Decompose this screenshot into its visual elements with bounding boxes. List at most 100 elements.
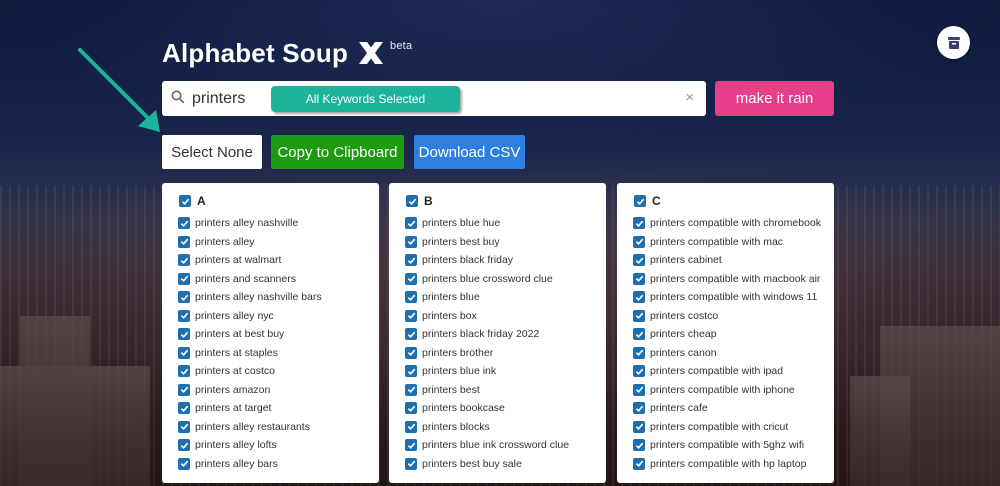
keyword-row[interactable]: printers compatible with windows 11 (628, 288, 824, 307)
keyword-checkbox[interactable] (405, 346, 417, 359)
keyword-checkbox[interactable] (178, 254, 190, 267)
keyword-checkbox[interactable] (405, 365, 417, 378)
keyword-row[interactable]: printers alley restaurants (173, 418, 369, 437)
x-logo-icon (359, 42, 384, 64)
keyword-checkbox[interactable] (178, 365, 190, 378)
keyword-checkbox[interactable] (633, 439, 645, 452)
keyword-checkbox[interactable] (405, 254, 417, 267)
keyword-row[interactable]: printers blue ink (400, 362, 596, 381)
keyword-row[interactable]: printers at target (173, 399, 369, 418)
clear-search-icon[interactable]: × (685, 89, 694, 106)
keyword-checkbox[interactable] (178, 439, 190, 452)
keyword-row[interactable]: printers canon (628, 344, 824, 363)
keyword-checkbox[interactable] (405, 235, 417, 248)
keyword-checkbox[interactable] (178, 420, 190, 433)
keyword-row[interactable]: printers amazon (173, 381, 369, 400)
keyword-row[interactable]: printers compatible with hp laptop (628, 455, 824, 474)
keyword-row[interactable]: printers alley bars (173, 455, 369, 474)
keyword-checkbox[interactable] (633, 309, 645, 322)
keyword-checkbox[interactable] (633, 365, 645, 378)
keyword-row[interactable]: printers compatible with 5ghz wifi (628, 436, 824, 455)
keyword-row[interactable]: printers at walmart (173, 251, 369, 270)
keyword-checkbox[interactable] (178, 235, 190, 248)
keyword-checkbox[interactable] (178, 309, 190, 322)
keyword-checkbox[interactable] (178, 272, 190, 285)
keyword-checkbox[interactable] (633, 272, 645, 285)
keyword-row[interactable]: printers compatible with cricut (628, 418, 824, 437)
keyword-checkbox[interactable] (633, 328, 645, 341)
keyword-row[interactable]: printers costco (628, 307, 824, 326)
keyword-row[interactable]: printers cafe (628, 399, 824, 418)
checkmark-icon (180, 220, 188, 227)
column-checkbox[interactable] (179, 195, 191, 207)
column-checkbox[interactable] (634, 195, 646, 207)
keyword-checkbox[interactable] (178, 457, 190, 470)
keyword-checkbox[interactable] (633, 402, 645, 415)
keyword-row[interactable]: printers compatible with ipad (628, 362, 824, 381)
keyword-row[interactable]: printers compatible with macbook air (628, 270, 824, 289)
keyword-row[interactable]: printers cabinet (628, 251, 824, 270)
keyword-checkbox[interactable] (633, 420, 645, 433)
keyword-checkbox[interactable] (405, 272, 417, 285)
keyword-row[interactable]: printers alley nashville (173, 214, 369, 233)
keywords-selected-badge[interactable]: All Keywords Selected (271, 86, 460, 112)
keyword-row[interactable]: printers best buy sale (400, 455, 596, 474)
keyword-checkbox[interactable] (405, 291, 417, 304)
download-csv-button[interactable]: Download CSV (414, 135, 525, 169)
keyword-row[interactable]: printers alley lofts (173, 436, 369, 455)
checkmark-icon (635, 294, 643, 301)
select-none-button[interactable]: Select None (162, 135, 262, 169)
keyword-checkbox[interactable] (405, 217, 417, 230)
keyword-row[interactable]: printers black friday 2022 (400, 325, 596, 344)
keyword-row[interactable]: printers blue ink crossword clue (400, 436, 596, 455)
keyword-row[interactable]: printers blue hue (400, 214, 596, 233)
keyword-checkbox[interactable] (405, 402, 417, 415)
keyword-checkbox[interactable] (633, 254, 645, 267)
make-it-rain-button[interactable]: make it rain (715, 81, 834, 116)
column-checkbox[interactable] (406, 195, 418, 207)
keyword-checkbox[interactable] (405, 457, 417, 470)
keyword-checkbox[interactable] (178, 291, 190, 304)
keyword-row[interactable]: printers blue (400, 288, 596, 307)
keyword-checkbox[interactable] (405, 420, 417, 433)
keyword-row[interactable]: printers blocks (400, 418, 596, 437)
checkmark-icon (407, 238, 415, 246)
keyword-row[interactable]: printers brother (400, 344, 596, 363)
keyword-checkbox[interactable] (405, 383, 417, 396)
keyword-checkbox[interactable] (178, 402, 190, 415)
keyword-row[interactable]: printers bookcase (400, 399, 596, 418)
keyword-checkbox[interactable] (633, 217, 645, 230)
keyword-row[interactable]: printers cheap (628, 325, 824, 344)
keyword-checkbox[interactable] (633, 346, 645, 359)
keyword-checkbox[interactable] (405, 309, 417, 322)
keyword-row[interactable]: printers black friday (400, 251, 596, 270)
keyword-row[interactable]: printers best (400, 381, 596, 400)
keyword-checkbox[interactable] (178, 328, 190, 341)
keyword-row[interactable]: printers and scanners (173, 270, 369, 289)
keyword-row[interactable]: printers box (400, 307, 596, 326)
keyword-checkbox[interactable] (405, 328, 417, 341)
keyword-row[interactable]: printers at best buy (173, 325, 369, 344)
keyword-label: printers blue crossword clue (422, 272, 553, 285)
keyword-row[interactable]: printers blue crossword clue (400, 270, 596, 289)
keyword-row[interactable]: printers alley (173, 233, 369, 252)
keyword-row[interactable]: printers compatible with iphone (628, 381, 824, 400)
keyword-checkbox[interactable] (633, 457, 645, 470)
keyword-checkbox[interactable] (633, 291, 645, 304)
keyword-row[interactable]: printers best buy (400, 233, 596, 252)
keyword-row[interactable]: printers alley nyc (173, 307, 369, 326)
archive-menu-button[interactable] (937, 26, 970, 59)
keyword-row[interactable]: printers at costco (173, 362, 369, 381)
keyword-checkbox[interactable] (633, 383, 645, 396)
copy-to-clipboard-button[interactable]: Copy to Clipboard (271, 135, 404, 169)
keyword-row[interactable]: printers compatible with chromebook (628, 214, 824, 233)
keyword-row[interactable]: printers alley nashville bars (173, 288, 369, 307)
keyword-row[interactable]: printers at staples (173, 344, 369, 363)
keyword-checkbox[interactable] (178, 346, 190, 359)
keyword-checkbox[interactable] (178, 217, 190, 230)
keyword-checkbox[interactable] (178, 383, 190, 396)
keyword-row[interactable]: printers compatible with mac (628, 233, 824, 252)
keyword-column-a: Aprinters alley nashville printers alley p… (162, 183, 379, 483)
keyword-checkbox[interactable] (633, 235, 645, 248)
keyword-checkbox[interactable] (405, 439, 417, 452)
